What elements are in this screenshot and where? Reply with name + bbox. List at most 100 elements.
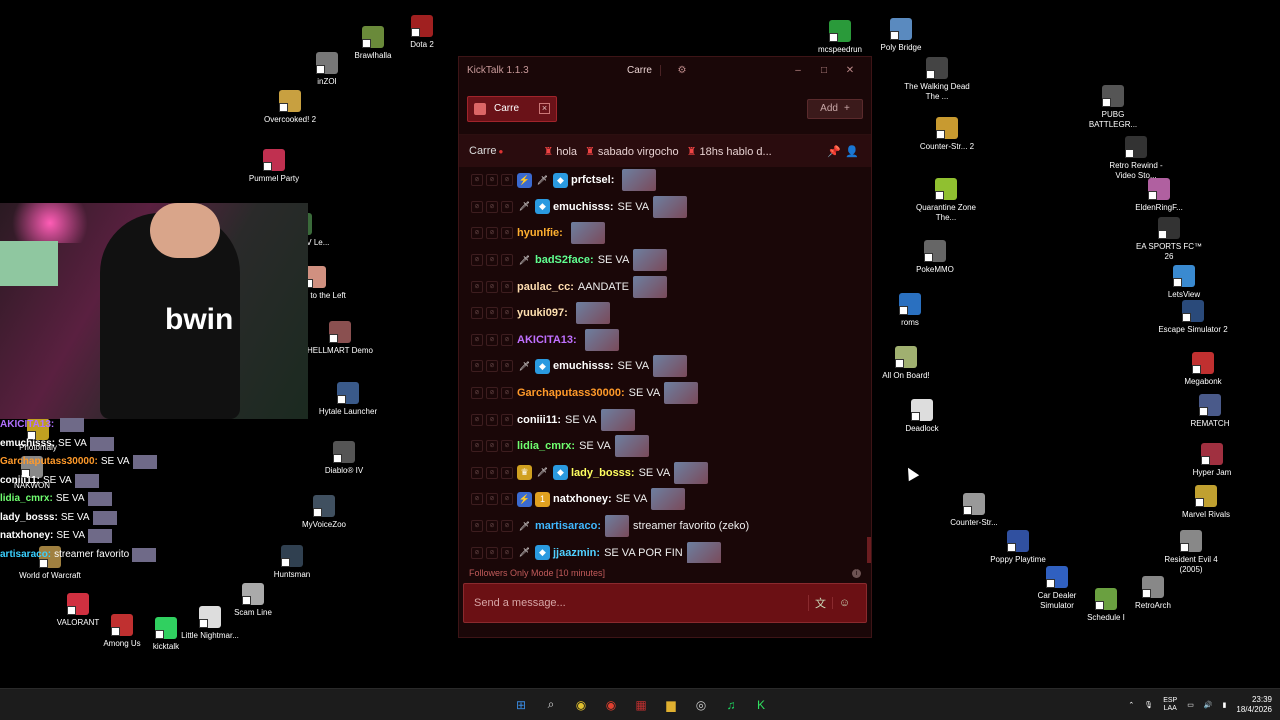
timeout-icon[interactable]: ⊘ bbox=[471, 254, 483, 267]
chat-message[interactable]: ⊘ ⊘ ⊘ paulac_cc: AANDATE bbox=[471, 273, 859, 300]
chat-message[interactable]: ⊘ ⊘ ⊘ ♛ 🗡 ◆ lady_bosss: SE VA bbox=[471, 460, 859, 487]
desktop-icon[interactable]: Hyper Jam bbox=[1177, 443, 1247, 478]
info-icon[interactable]: i bbox=[852, 568, 861, 578]
ban-icon[interactable]: ⊘ bbox=[486, 227, 498, 240]
desktop-icon[interactable]: Escape Simulator 2 bbox=[1158, 300, 1228, 335]
pin-icon[interactable]: 📌 bbox=[825, 145, 843, 158]
message-input[interactable] bbox=[474, 597, 808, 609]
maximize-button[interactable]: □ bbox=[811, 65, 837, 76]
desktop-icon[interactable]: REMATCH bbox=[1175, 394, 1245, 429]
spotify-icon[interactable]: ♫ bbox=[720, 694, 742, 716]
titlebar-channel-tab[interactable]: Carre bbox=[619, 64, 661, 76]
desktop-icon[interactable]: Poly Bridge bbox=[866, 18, 936, 53]
pin-action-icon[interactable]: ⊘ bbox=[501, 493, 513, 506]
pinned-messages[interactable]: ♜ hola ♜ sabado virgocho ♜ 18hs hablo d... bbox=[543, 145, 825, 158]
pin-action-icon[interactable]: ⊘ bbox=[501, 520, 513, 533]
timeout-icon[interactable]: ⊘ bbox=[471, 333, 483, 346]
timeout-icon[interactable]: ⊘ bbox=[471, 466, 483, 479]
ban-icon[interactable]: ⊘ bbox=[486, 307, 498, 320]
ban-icon[interactable]: ⊘ bbox=[486, 254, 498, 267]
pin-action-icon[interactable]: ⊘ bbox=[501, 333, 513, 346]
desktop-icon[interactable]: EA SPORTS FC™ 26 bbox=[1134, 217, 1204, 262]
pin-action-icon[interactable]: ⊘ bbox=[501, 413, 513, 426]
ban-icon[interactable]: ⊘ bbox=[486, 413, 498, 426]
pin-action-icon[interactable]: ⊘ bbox=[501, 280, 513, 293]
translate-icon[interactable]: 文 bbox=[808, 595, 832, 611]
desktop-icon[interactable]: inZOI bbox=[292, 52, 362, 87]
ban-icon[interactable]: ⊘ bbox=[486, 466, 498, 479]
timeout-icon[interactable]: ⊘ bbox=[471, 174, 483, 187]
desktop-icon[interactable]: Counter-Str... bbox=[939, 493, 1009, 528]
ban-icon[interactable]: ⊘ bbox=[486, 440, 498, 453]
desktop-icon[interactable]: MyVoiceZoo bbox=[289, 495, 359, 530]
chat-message[interactable]: ⊘ ⊘ ⊘ AKICITA13: bbox=[471, 327, 859, 354]
search-icon[interactable]: ⌕ bbox=[540, 694, 562, 716]
message-username[interactable]: badS2face: bbox=[535, 254, 594, 266]
message-username[interactable]: paulac_cc: bbox=[517, 281, 574, 293]
pin-action-icon[interactable]: ⊘ bbox=[501, 174, 513, 187]
chat-message[interactable]: ⊘ ⊘ ⊘ yuuki097: bbox=[471, 300, 859, 327]
pin-action-icon[interactable]: ⊘ bbox=[501, 227, 513, 240]
ban-icon[interactable]: ⊘ bbox=[486, 493, 498, 506]
pin-action-icon[interactable]: ⊘ bbox=[501, 200, 513, 213]
ban-icon[interactable]: ⊘ bbox=[486, 360, 498, 373]
close-tab-icon[interactable]: × bbox=[539, 103, 550, 114]
network-icon[interactable]: ▭ bbox=[1187, 701, 1194, 709]
desktop-icon[interactable]: Poppy Playtime bbox=[983, 530, 1053, 565]
pin-action-icon[interactable]: ⊘ bbox=[501, 387, 513, 400]
user-icon[interactable]: 👤 bbox=[843, 145, 861, 158]
chat-messages[interactable]: ⊘ ⊘ ⊘ ⚡ 🗡 ◆ prfctsel: ⊘ ⊘ ⊘ 🗡 ◆ emuchisss: SE VA ⊘ ⊘ ⊘ hy… bbox=[459, 167, 871, 563]
pinned-item[interactable]: sabado virgocho bbox=[598, 146, 679, 158]
desktop-icon[interactable]: Dota 2 bbox=[387, 15, 457, 50]
message-username[interactable]: lady_bosss: bbox=[571, 467, 635, 479]
message-username[interactable]: natxhoney: bbox=[553, 493, 612, 505]
chat-message[interactable]: ⊘ ⊘ ⊘ ⚡ 🗡 ◆ prfctsel: bbox=[471, 167, 859, 194]
message-username[interactable]: emuchisss: bbox=[553, 201, 614, 213]
scrollbar-thumb[interactable] bbox=[867, 537, 871, 563]
steam-icon[interactable]: ◎ bbox=[690, 694, 712, 716]
pin-action-icon[interactable]: ⊘ bbox=[501, 360, 513, 373]
desktop-icon[interactable]: Pummel Party bbox=[239, 149, 309, 184]
battery-icon[interactable]: ▮ bbox=[1223, 701, 1227, 709]
pin-action-icon[interactable]: ⊘ bbox=[501, 307, 513, 320]
add-channel-button[interactable]: Add + bbox=[807, 98, 863, 119]
message-username[interactable]: jjaazmin: bbox=[553, 547, 600, 559]
chat-message[interactable]: ⊘ ⊘ ⊘ 🗡 badS2face: SE VA bbox=[471, 247, 859, 274]
pinned-item[interactable]: hola bbox=[556, 146, 577, 158]
desktop-icon[interactable]: The Walking Dead The ... bbox=[902, 57, 972, 102]
desktop-icon[interactable]: HELLMART Demo bbox=[305, 321, 375, 356]
message-username[interactable]: martisaraco: bbox=[535, 520, 601, 532]
message-username[interactable]: AKICITA13: bbox=[517, 334, 577, 346]
timeout-icon[interactable]: ⊘ bbox=[471, 413, 483, 426]
chat-message[interactable]: ⊘ ⊘ ⊘ 🗡 ◆ emuchisss: SE VA bbox=[471, 353, 859, 380]
message-username[interactable]: prfctsel: bbox=[571, 174, 614, 186]
gear-icon[interactable]: ⚙ bbox=[669, 65, 695, 76]
kicktalk-icon[interactable]: K bbox=[750, 694, 772, 716]
chrome-canary-icon[interactable]: ◉ bbox=[570, 694, 592, 716]
chat-message[interactable]: ⊘ ⊘ ⊘ 🗡 martisaraco: streamer favorito (zeko) bbox=[471, 513, 859, 540]
desktop-icon[interactable]: All On Board! bbox=[871, 346, 941, 381]
chat-message[interactable]: ⊘ ⊘ ⊘ 🗡 ◆ emuchisss: SE VA bbox=[471, 194, 859, 221]
desktop-icon[interactable]: PUBG BATTLEGR... bbox=[1078, 85, 1148, 130]
timeout-icon[interactable]: ⊘ bbox=[471, 227, 483, 240]
ban-icon[interactable]: ⊘ bbox=[486, 174, 498, 187]
desktop-icon[interactable]: Retro Rewind - Video Sto... bbox=[1101, 136, 1171, 181]
app-icon[interactable]: ▦ bbox=[630, 694, 652, 716]
close-button[interactable]: ✕ bbox=[837, 65, 863, 76]
desktop-icon[interactable]: Schedule I bbox=[1071, 588, 1141, 623]
ban-icon[interactable]: ⊘ bbox=[486, 333, 498, 346]
message-username[interactable]: yuuki097: bbox=[517, 307, 568, 319]
desktop-icon[interactable]: PokeMMO bbox=[900, 240, 970, 275]
desktop-icon[interactable]: roms bbox=[875, 293, 945, 328]
ban-icon[interactable]: ⊘ bbox=[486, 280, 498, 293]
timeout-icon[interactable]: ⊘ bbox=[471, 200, 483, 213]
ban-icon[interactable]: ⊘ bbox=[486, 387, 498, 400]
chat-message[interactable]: ⊘ ⊘ ⊘ Garchaputass30000: SE VA bbox=[471, 380, 859, 407]
desktop-icon[interactable]: Marvel Rivals bbox=[1171, 485, 1241, 520]
timeout-icon[interactable]: ⊘ bbox=[471, 493, 483, 506]
language-indicator[interactable]: ESP LAA bbox=[1163, 697, 1177, 713]
timeout-icon[interactable]: ⊘ bbox=[471, 520, 483, 533]
desktop-icon[interactable]: Diablo® IV bbox=[309, 441, 379, 476]
pin-action-icon[interactable]: ⊘ bbox=[501, 466, 513, 479]
message-username[interactable]: coniii11: bbox=[517, 414, 561, 426]
